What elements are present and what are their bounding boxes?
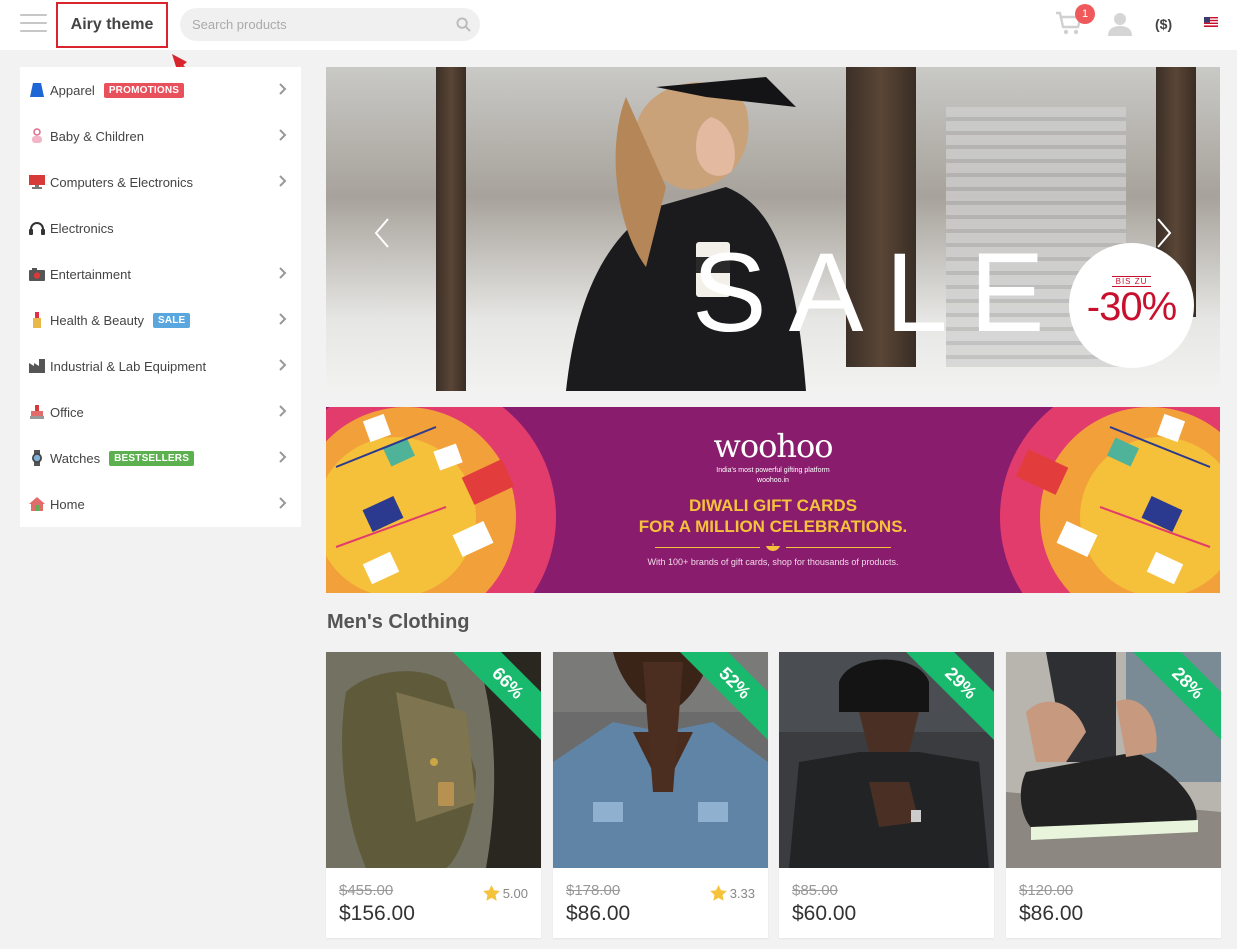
chevron-right-icon <box>279 359 287 371</box>
discount-circle: BIS ZU -30% <box>1069 243 1194 368</box>
sidebar-item-watches[interactable]: Watches BESTSELLERS <box>20 435 301 481</box>
sidebar-item-home[interactable]: Home <box>20 481 301 527</box>
woohoo-promo-banner[interactable]: woohoo India's most powerful gifting pla… <box>326 407 1220 593</box>
promo-gift-cards-right-image <box>1000 407 1220 593</box>
product-card[interactable]: 29% $85.00 $60.00 <box>779 652 994 938</box>
product-rating: 3.33 <box>709 885 755 901</box>
woohoo-site: woohoo.in <box>757 477 789 484</box>
brand-name[interactable]: Airy theme <box>71 16 154 34</box>
product-image[interactable]: 66% <box>326 652 541 868</box>
bestsellers-badge: BESTSELLERS <box>109 450 195 466</box>
sidebar-item-label: Watches <box>50 450 101 466</box>
search-icon[interactable] <box>446 8 480 41</box>
sale-headline: SALE <box>692 230 1067 355</box>
user-icon <box>1108 13 1132 36</box>
sidebar-item-label: Baby & Children <box>50 128 144 144</box>
watch-icon <box>29 450 45 466</box>
chevron-right-icon <box>279 313 287 325</box>
product-rating: 5.00 <box>482 885 528 901</box>
promotions-badge: PROMOTIONS <box>103 82 185 98</box>
product-card[interactable]: 52% $178.00 $86.00 3.33 <box>553 652 768 938</box>
lipstick-icon <box>29 312 45 328</box>
old-price: $178.00 <box>566 882 621 899</box>
old-price: $455.00 <box>339 882 394 899</box>
chevron-right-icon <box>279 267 287 279</box>
camera-icon <box>29 266 45 282</box>
chevron-right-icon <box>279 497 287 509</box>
slider-next-arrow-icon[interactable] <box>1154 217 1174 249</box>
brand-highlight-box: Airy theme <box>56 2 168 48</box>
sidebar-item-apparel[interactable]: Apparel PROMOTIONS <box>20 67 301 113</box>
apparel-icon <box>29 82 45 98</box>
factory-icon <box>29 358 45 374</box>
chevron-right-icon <box>279 405 287 417</box>
current-price: $156.00 <box>339 902 415 925</box>
sale-badge: SALE <box>152 312 191 328</box>
category-sidebar: Apparel PROMOTIONS Baby & Children Compu… <box>20 67 301 527</box>
promo-headline-line-2: FOR A MILLION CELEBRATIONS. <box>638 517 908 536</box>
currency-selector[interactable]: ($) <box>1155 16 1172 32</box>
house-icon <box>29 496 45 512</box>
current-price: $86.00 <box>566 902 631 925</box>
chevron-right-icon <box>279 451 287 463</box>
sidebar-item-health-beauty[interactable]: Health & Beauty SALE <box>20 297 301 343</box>
sidebar-item-computers-electronics[interactable]: Computers & Electronics <box>20 159 301 205</box>
chevron-right-icon <box>279 83 287 95</box>
slider-prev-arrow-icon[interactable] <box>372 217 392 249</box>
woohoo-tagline: India's most powerful gifting platform <box>716 467 830 474</box>
star-icon <box>709 885 727 901</box>
sidebar-item-label: Industrial & Lab Equipment <box>50 358 207 374</box>
sidebar-item-industrial-lab[interactable]: Industrial & Lab Equipment <box>20 343 301 389</box>
sidebar-item-label: Entertainment <box>50 266 131 282</box>
product-card[interactable]: 28% $120.00 $86.00 <box>1006 652 1221 938</box>
promo-center: woohoo India's most powerful gifting pla… <box>556 407 990 593</box>
sidebar-item-label: Computers & Electronics <box>50 174 194 190</box>
product-image[interactable]: 52% <box>553 652 768 868</box>
us-flag-icon[interactable] <box>1204 17 1218 27</box>
cart-button[interactable]: 1 <box>1055 4 1095 38</box>
product-image[interactable]: 29% <box>779 652 994 868</box>
rating-value: 5.00 <box>502 885 528 901</box>
sidebar-item-label: Office <box>50 404 84 420</box>
diya-lamp-icon <box>766 543 780 551</box>
section-title-mens-clothing: Men's Clothing <box>327 611 470 633</box>
headphones-icon <box>29 220 45 236</box>
rating-value: 3.33 <box>729 885 755 901</box>
product-image[interactable]: 28% <box>1006 652 1221 868</box>
old-price: $85.00 <box>792 882 838 899</box>
chevron-right-icon <box>279 129 287 141</box>
promo-gift-cards-left-image <box>326 407 556 593</box>
chevron-right-icon <box>279 175 287 187</box>
sidebar-item-label: Electronics <box>50 220 114 236</box>
old-price: $120.00 <box>1019 882 1074 899</box>
current-price: $60.00 <box>792 902 857 925</box>
promo-headline-line-1: DIWALI GIFT CARDS <box>688 496 858 515</box>
promo-footer-text: With 100+ brands of gift cards, shop for… <box>647 557 899 567</box>
sidebar-item-electronics[interactable]: Electronics <box>20 205 301 251</box>
stamp-icon <box>29 404 45 420</box>
user-account-button[interactable] <box>1108 12 1132 38</box>
cart-count-badge: 1 <box>1075 4 1095 24</box>
woohoo-logo: woohoo <box>713 427 833 465</box>
sidebar-item-label: Health & Beauty <box>50 312 144 328</box>
search-input[interactable] <box>180 17 446 32</box>
monitor-icon <box>29 174 45 190</box>
star-icon <box>482 885 500 901</box>
sidebar-item-label: Apparel <box>50 82 95 98</box>
discount-percent: -30% <box>1086 285 1177 329</box>
sidebar-item-baby-children[interactable]: Baby & Children <box>20 113 301 159</box>
hamburger-menu-icon[interactable] <box>20 14 47 34</box>
tree-trunk <box>436 67 466 391</box>
hero-slider[interactable]: SALE BIS ZU -30% <box>326 67 1220 391</box>
top-header: Airy theme 1 ($) <box>0 0 1237 50</box>
search-bar <box>180 8 480 41</box>
pacifier-icon <box>29 128 45 144</box>
promo-divider <box>655 543 891 551</box>
sidebar-item-office[interactable]: Office <box>20 389 301 435</box>
sidebar-item-label: Home <box>50 496 85 512</box>
sidebar-item-entertainment[interactable]: Entertainment <box>20 251 301 297</box>
product-card[interactable]: 66% $455.00 $156.00 5.00 <box>326 652 541 938</box>
current-price: $86.00 <box>1019 902 1084 925</box>
